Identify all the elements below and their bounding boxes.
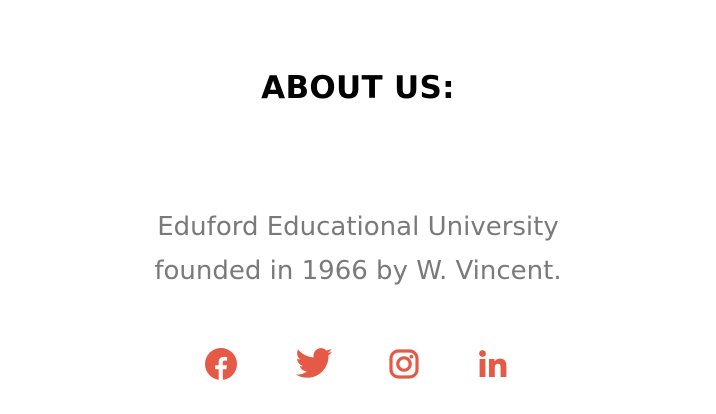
twitter-link[interactable]: [294, 344, 334, 384]
twitter-icon: [295, 348, 333, 378]
facebook-icon: [205, 348, 237, 380]
facebook-link[interactable]: [201, 344, 241, 384]
about-section: ABOUT US: Eduford Educational University…: [0, 0, 716, 414]
linkedin-link[interactable]: [473, 344, 513, 384]
section-title: ABOUT US:: [261, 70, 455, 106]
instagram-icon: [389, 349, 419, 379]
social-links: [0, 344, 716, 384]
linkedin-icon: [479, 350, 507, 377]
instagram-link[interactable]: [384, 344, 424, 384]
about-description: Eduford Educational University founded i…: [154, 212, 562, 286]
